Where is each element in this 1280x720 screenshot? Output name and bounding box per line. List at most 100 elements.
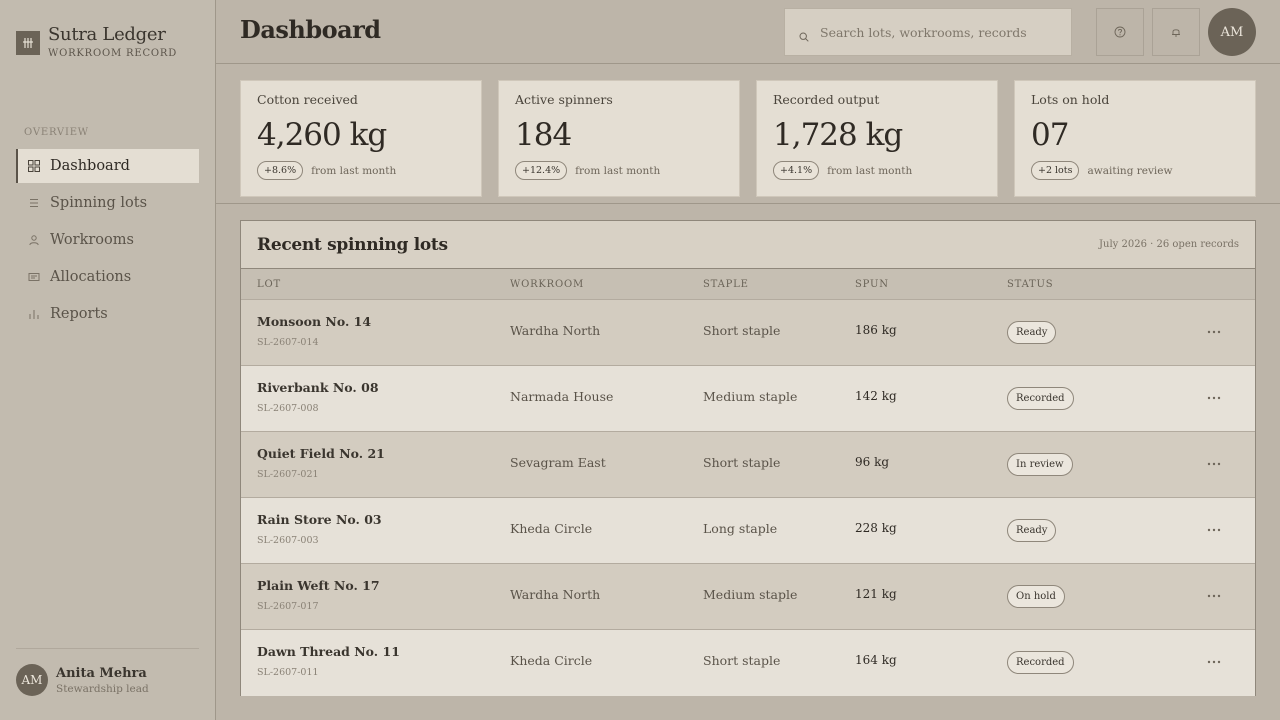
stat-value: 1,728 kg <box>773 117 903 153</box>
staple-cell: Long staple <box>703 521 778 536</box>
lot-name: Rain Store No. 03 <box>257 512 382 527</box>
bar-chart-icon <box>27 307 41 321</box>
spun-cell: 164 kg <box>855 653 897 667</box>
table-row[interactable]: Monsoon No. 14 SL-2607-014 Wardha North … <box>241 300 1255 366</box>
sidebar-item-label: Allocations <box>50 269 132 285</box>
stat-change-badge: +12.4% <box>515 161 568 180</box>
lot-code: SL-2607-014 <box>257 337 319 348</box>
more-icon <box>1207 528 1221 532</box>
user-profile[interactable]: AM Anita Mehra Stewardship lead <box>16 648 199 696</box>
more-icon <box>1207 330 1221 334</box>
workroom-cell: Wardha North <box>510 587 601 602</box>
status-badge: Recorded <box>1007 651 1074 674</box>
stat-change-badge: +4.1% <box>773 161 820 180</box>
status-badge: Ready <box>1007 519 1057 542</box>
recent-lots-panel: Recent spinning lots July 2026 · 26 open… <box>240 220 1256 696</box>
notifications-button[interactable] <box>1152 8 1200 56</box>
sidebar-item-label: Dashboard <box>50 158 130 174</box>
stat-label: Cotton received <box>257 92 358 107</box>
lot-name: Plain Weft No. 17 <box>257 578 380 593</box>
spun-cell: 186 kg <box>855 323 897 337</box>
row-more-button[interactable] <box>1199 322 1229 342</box>
sidebar-item-label: Workrooms <box>50 232 134 248</box>
status-badge: In review <box>1007 453 1073 476</box>
list-icon <box>27 196 41 210</box>
staple-cell: Short staple <box>703 455 781 470</box>
search-input[interactable] <box>820 24 1060 40</box>
lot-name: Quiet Field No. 21 <box>257 446 385 461</box>
workroom-cell: Kheda Circle <box>510 521 593 536</box>
lot-code: SL-2607-017 <box>257 601 319 612</box>
sidebar-item-spinning-lots[interactable]: Spinning lots <box>16 186 199 220</box>
grid-icon <box>27 159 41 173</box>
lot-code: SL-2607-003 <box>257 535 319 546</box>
status-badge: Recorded <box>1007 387 1074 410</box>
sidebar-nav: Dashboard Spinning lots Workrooms Alloca… <box>16 149 199 334</box>
panel-title: Recent spinning lots <box>257 234 448 255</box>
row-more-button[interactable] <box>1199 652 1229 672</box>
stat-card-cotton-received: Cotton received 4,260 kg +8.6% from last… <box>240 80 482 197</box>
lot-code: SL-2607-021 <box>257 469 319 480</box>
stat-label: Lots on hold <box>1031 92 1110 107</box>
lot-name: Monsoon No. 14 <box>257 314 372 329</box>
user-role: Stewardship lead <box>56 682 149 695</box>
page-title: Dashboard <box>240 15 381 44</box>
sidebar-item-workrooms[interactable]: Workrooms <box>16 223 199 257</box>
lot-name: Dawn Thread No. 11 <box>257 644 400 659</box>
table-row[interactable]: Quiet Field No. 21 SL-2607-021 Sevagram … <box>241 432 1255 498</box>
row-more-button[interactable] <box>1199 586 1229 606</box>
lot-name: Riverbank No. 08 <box>257 380 379 395</box>
stat-note: from last month <box>575 164 661 177</box>
avatar: AM <box>16 664 48 696</box>
brand[interactable]: Sutra Ledger WORKROOM RECORD <box>16 24 177 59</box>
table-row[interactable]: Rain Store No. 03 SL-2607-003 Kheda Circ… <box>241 498 1255 564</box>
staple-cell: Medium staple <box>703 587 798 602</box>
table-row[interactable]: Riverbank No. 08 SL-2607-008 Narmada Hou… <box>241 366 1255 432</box>
sidebar-item-dashboard[interactable]: Dashboard <box>16 149 199 183</box>
more-icon <box>1207 462 1221 466</box>
stat-note: from last month <box>311 164 397 177</box>
brand-logo-icon <box>16 31 40 55</box>
row-more-button[interactable] <box>1199 388 1229 408</box>
more-icon <box>1207 660 1221 664</box>
workroom-cell: Sevagram East <box>510 455 606 470</box>
stat-value: 4,260 kg <box>257 117 387 153</box>
row-more-button[interactable] <box>1199 454 1229 474</box>
status-badge: On hold <box>1007 585 1065 608</box>
nav-section-label: OVERVIEW <box>24 127 89 138</box>
stat-card-active-spinners: Active spinners 184 +12.4% from last mon… <box>498 80 740 197</box>
search-box[interactable] <box>784 8 1072 56</box>
sidebar-item-label: Spinning lots <box>50 195 148 211</box>
lot-code: SL-2607-011 <box>257 667 319 678</box>
spun-cell: 121 kg <box>855 587 897 601</box>
brand-title: Sutra Ledger <box>48 24 166 45</box>
table-row[interactable]: Dawn Thread No. 11 SL-2607-011 Kheda Cir… <box>241 630 1255 696</box>
workroom-cell: Wardha North <box>510 323 601 338</box>
sidebar-item-allocations[interactable]: Allocations <box>16 260 199 294</box>
bell-icon <box>1170 23 1182 42</box>
table-header: LOT WORKROOM STAPLE SPUN STATUS <box>241 269 1255 300</box>
person-icon <box>27 233 41 247</box>
column-header-workroom: WORKROOM <box>510 278 585 290</box>
column-header-status: STATUS <box>1007 278 1054 290</box>
workroom-cell: Narmada House <box>510 389 614 404</box>
stat-change-badge: +8.6% <box>257 161 304 180</box>
staple-cell: Medium staple <box>703 389 798 404</box>
stat-label: Recorded output <box>773 92 880 107</box>
stat-value: 07 <box>1031 117 1069 153</box>
search-icon <box>799 27 809 42</box>
account-avatar[interactable]: AM <box>1208 8 1256 56</box>
help-icon <box>1114 23 1126 42</box>
table-row[interactable]: Plain Weft No. 17 SL-2607-017 Wardha Nor… <box>241 564 1255 630</box>
column-header-staple: STAPLE <box>703 278 749 290</box>
sidebar-item-reports[interactable]: Reports <box>16 297 199 331</box>
stat-card-lots-on-hold: Lots on hold 07 +2 lots awaiting review <box>1014 80 1256 197</box>
sidebar-item-label: Reports <box>50 306 108 322</box>
row-more-button[interactable] <box>1199 520 1229 540</box>
stat-note: awaiting review <box>1087 164 1173 177</box>
lot-code: SL-2607-008 <box>257 403 319 414</box>
help-button[interactable] <box>1096 8 1144 56</box>
panel-header: Recent spinning lots July 2026 · 26 open… <box>241 221 1255 269</box>
brand-subtitle: WORKROOM RECORD <box>48 48 178 59</box>
stat-value: 184 <box>515 117 572 153</box>
